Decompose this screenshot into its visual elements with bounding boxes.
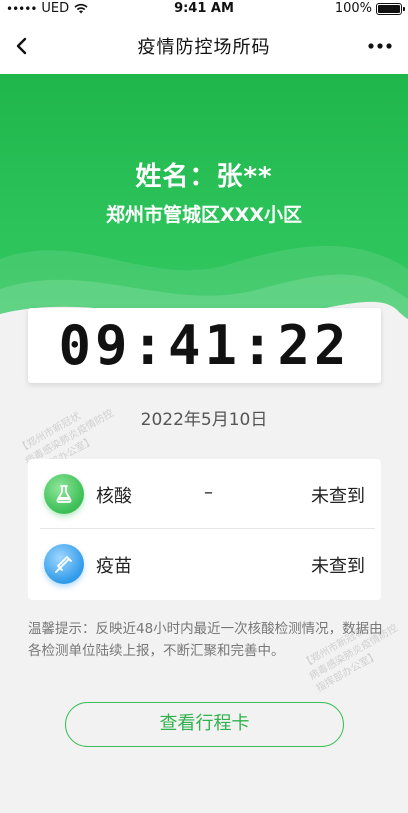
vaccine-label: 疫苗 [96, 556, 132, 577]
view-itinerary-button[interactable]: 查看行程卡 [65, 702, 344, 747]
nucleic-acid-label: 核酸 [96, 486, 132, 507]
test-result-card: 核酸 – 未查到 疫苗 未查到 [28, 459, 381, 600]
nav-bar: 疫情防控场所码 [0, 18, 408, 74]
battery-icon [376, 2, 405, 15]
more-button[interactable] [366, 36, 394, 56]
syringe-icon [55, 556, 72, 573]
tip-text: 温馨提示：反映近48小时内最近一次核酸检测情况，数据由各检测单位陆续上报，不断汇… [28, 621, 383, 659]
vaccine-row[interactable]: 疫苗 未查到 [28, 529, 381, 599]
clock-card: 09:41:22 [28, 308, 381, 383]
nucleic-acid-status: 未查到 [311, 486, 365, 507]
battery-percent: 100% [334, 1, 372, 16]
battery-group: 100% [334, 1, 405, 16]
live-clock: 09:41:22 [58, 314, 351, 377]
flask-icon-badge [44, 474, 84, 514]
nucleic-acid-dash: – [204, 482, 213, 503]
syringe-icon-badge [44, 544, 84, 584]
vaccine-status: 未查到 [311, 556, 365, 577]
more-dots-icon [368, 43, 392, 49]
nucleic-acid-row[interactable]: 核酸 – 未查到 [28, 459, 381, 529]
flask-icon [56, 485, 72, 503]
status-bar: ••••• UED 9:41 AM 100% [0, 0, 408, 18]
page-title: 疫情防控场所码 [137, 37, 271, 58]
user-address: 郑州市管城区XXX小区 [106, 204, 302, 226]
user-name: 姓名：张** [135, 162, 273, 192]
